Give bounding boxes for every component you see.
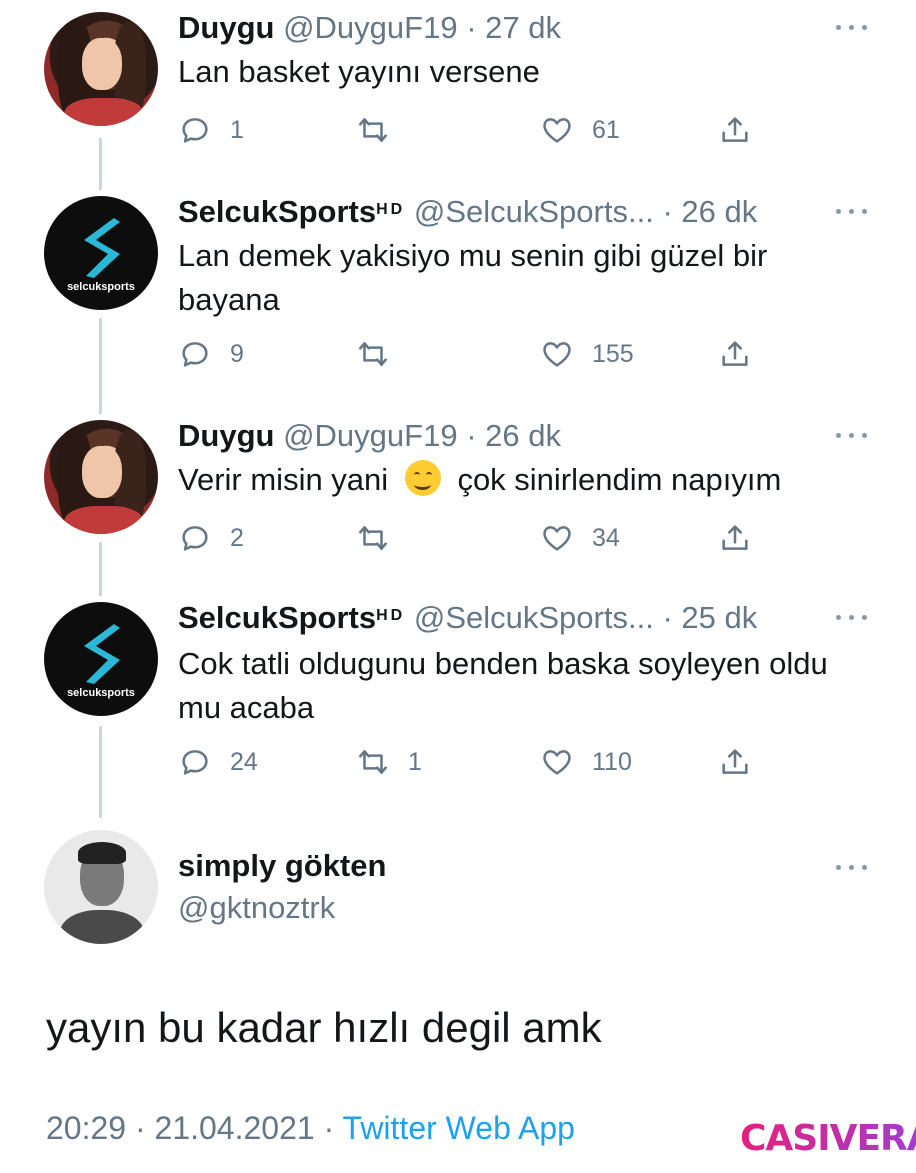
selcuksports-logo-icon: selcuksports — [67, 218, 135, 293]
tweet-text: Cok tatli oldugunu benden baska soyleyen… — [178, 646, 828, 725]
avatar[interactable] — [44, 420, 158, 534]
reply-tweet[interactable]: selcuksports SelcukSportsHD @SelcukSport… — [0, 190, 916, 414]
tweet-source-link[interactable]: Twitter Web App — [343, 1110, 575, 1146]
name-superscript: HD — [376, 607, 406, 624]
timestamp[interactable]: · 25 dk — [662, 600, 757, 635]
reply-tweet[interactable]: Duygu @DuyguF19 · 27 dk Lan basket yayın… — [0, 0, 916, 190]
retweet-icon — [358, 526, 388, 550]
user-handle[interactable]: @DuyguF19 — [283, 418, 458, 453]
like-button[interactable]: 110 — [540, 744, 632, 780]
tweet-header: SelcukSportsHD @SelcukSports... · 25 dk — [178, 600, 757, 636]
like-button[interactable]: 34 — [540, 520, 620, 556]
share-icon — [722, 117, 748, 142]
tweet-header: simply gökten — [178, 848, 386, 884]
reply-count: 1 — [230, 115, 244, 144]
reply-count: 2 — [230, 523, 244, 552]
logo-text: selcuksports — [67, 687, 135, 699]
display-name[interactable]: SelcukSports — [178, 600, 376, 635]
share-icon — [722, 525, 748, 550]
like-button[interactable]: 61 — [540, 112, 620, 148]
display-name[interactable]: Duygu — [178, 418, 274, 453]
like-button[interactable]: 155 — [540, 336, 634, 372]
selcuksports-logo-icon: selcuksports — [67, 624, 135, 699]
share-button[interactable] — [718, 112, 752, 148]
name-superscript: HD — [376, 201, 406, 218]
tweet-actions: 9 155 — [178, 336, 798, 372]
tweet-header: Duygu @DuyguF19 · 26 dk — [178, 418, 561, 454]
reply-count: 9 — [230, 339, 244, 368]
retweet-button[interactable]: 1 — [356, 744, 422, 780]
timestamp[interactable]: · 27 dk — [466, 10, 561, 45]
timestamp[interactable]: · 26 dk — [466, 418, 561, 453]
avatar[interactable] — [44, 12, 158, 126]
display-name[interactable]: Duygu — [178, 10, 274, 45]
reply-tweet[interactable]: Duygu @DuyguF19 · 26 dk Verir misin yani… — [0, 414, 916, 596]
user-handle[interactable]: @DuyguF19 — [283, 10, 458, 45]
share-icon — [722, 749, 748, 774]
smiling-face-emoji-icon — [404, 460, 441, 496]
retweet-icon — [358, 342, 388, 366]
share-button[interactable] — [718, 336, 752, 372]
retweet-button[interactable] — [356, 112, 408, 148]
display-name[interactable]: simply gökten — [178, 848, 386, 883]
like-count: 61 — [592, 115, 620, 144]
reply-icon — [182, 342, 208, 367]
like-count: 34 — [592, 523, 620, 552]
tweet-text-part: çok sinirlendim napıyım — [457, 462, 782, 497]
reply-button[interactable]: 1 — [178, 112, 244, 148]
heart-icon — [543, 118, 571, 143]
reply-button[interactable]: 9 — [178, 336, 244, 372]
retweet-icon — [358, 750, 388, 774]
share-button[interactable] — [718, 520, 752, 556]
main-tweet-text: yayın bu kadar hızlı degil amk — [46, 1004, 602, 1051]
avatar[interactable]: selcuksports — [44, 196, 158, 310]
reply-button[interactable]: 24 — [178, 744, 258, 780]
logo-text: selcuksports — [67, 281, 135, 293]
heart-icon — [543, 526, 571, 551]
more-icon[interactable] — [836, 206, 870, 216]
tweet-text: Lan demek yakisiyo mu senin gibi güzel b… — [178, 238, 768, 317]
tweet-actions: 1 61 — [178, 112, 798, 148]
user-handle[interactable]: @gktnoztrk — [178, 890, 335, 925]
user-handle[interactable]: @SelcukSports... — [414, 194, 654, 229]
heart-icon — [543, 750, 571, 775]
reply-icon — [182, 750, 208, 775]
tweet-date[interactable]: · 21.04.2021 · — [135, 1110, 334, 1146]
tweet-time[interactable]: 20:29 — [46, 1110, 126, 1146]
reply-button[interactable]: 2 — [178, 520, 244, 556]
avatar[interactable] — [44, 830, 158, 944]
reply-icon — [182, 526, 208, 551]
retweet-button[interactable] — [356, 336, 408, 372]
heart-icon — [543, 342, 571, 367]
tweet-handle-row: @gktnoztrk — [178, 890, 335, 926]
tweet-timestamp-row: 20:29 · 21.04.2021 · Twitter Web App — [46, 1110, 575, 1147]
retweet-button[interactable] — [356, 520, 408, 556]
more-icon[interactable] — [836, 612, 870, 622]
tweet-header: SelcukSportsHD @SelcukSports... · 26 dk — [178, 194, 757, 230]
avatar[interactable]: selcuksports — [44, 602, 158, 716]
retweet-count: 1 — [408, 747, 422, 776]
tweet-text: Lan basket yayını versene — [178, 54, 540, 89]
retweet-icon — [358, 118, 388, 142]
share-icon — [722, 341, 748, 366]
user-handle[interactable]: @SelcukSports... — [414, 600, 654, 635]
more-icon[interactable] — [836, 22, 870, 32]
more-icon[interactable] — [836, 430, 870, 440]
tweet-actions: 2 34 — [178, 520, 798, 556]
watermark-logo: CASIVERA — [740, 1118, 916, 1159]
reply-tweet[interactable]: selcuksports SelcukSportsHD @SelcukSport… — [0, 596, 916, 818]
timestamp[interactable]: · 26 dk — [662, 194, 757, 229]
tweet-text-part: Verir misin yani — [178, 462, 389, 497]
reply-count: 24 — [230, 747, 258, 776]
tweet-header: Duygu @DuyguF19 · 27 dk — [178, 10, 561, 46]
tweet-actions: 24 1 110 — [178, 744, 798, 780]
like-count: 155 — [592, 339, 634, 368]
more-icon[interactable] — [836, 862, 870, 872]
reply-icon — [182, 118, 208, 143]
display-name[interactable]: SelcukSports — [178, 194, 376, 229]
like-count: 110 — [592, 747, 632, 776]
tweet-text: Verir misin yani çok sinirlendim napıyım — [178, 458, 838, 502]
share-button[interactable] — [718, 744, 752, 780]
